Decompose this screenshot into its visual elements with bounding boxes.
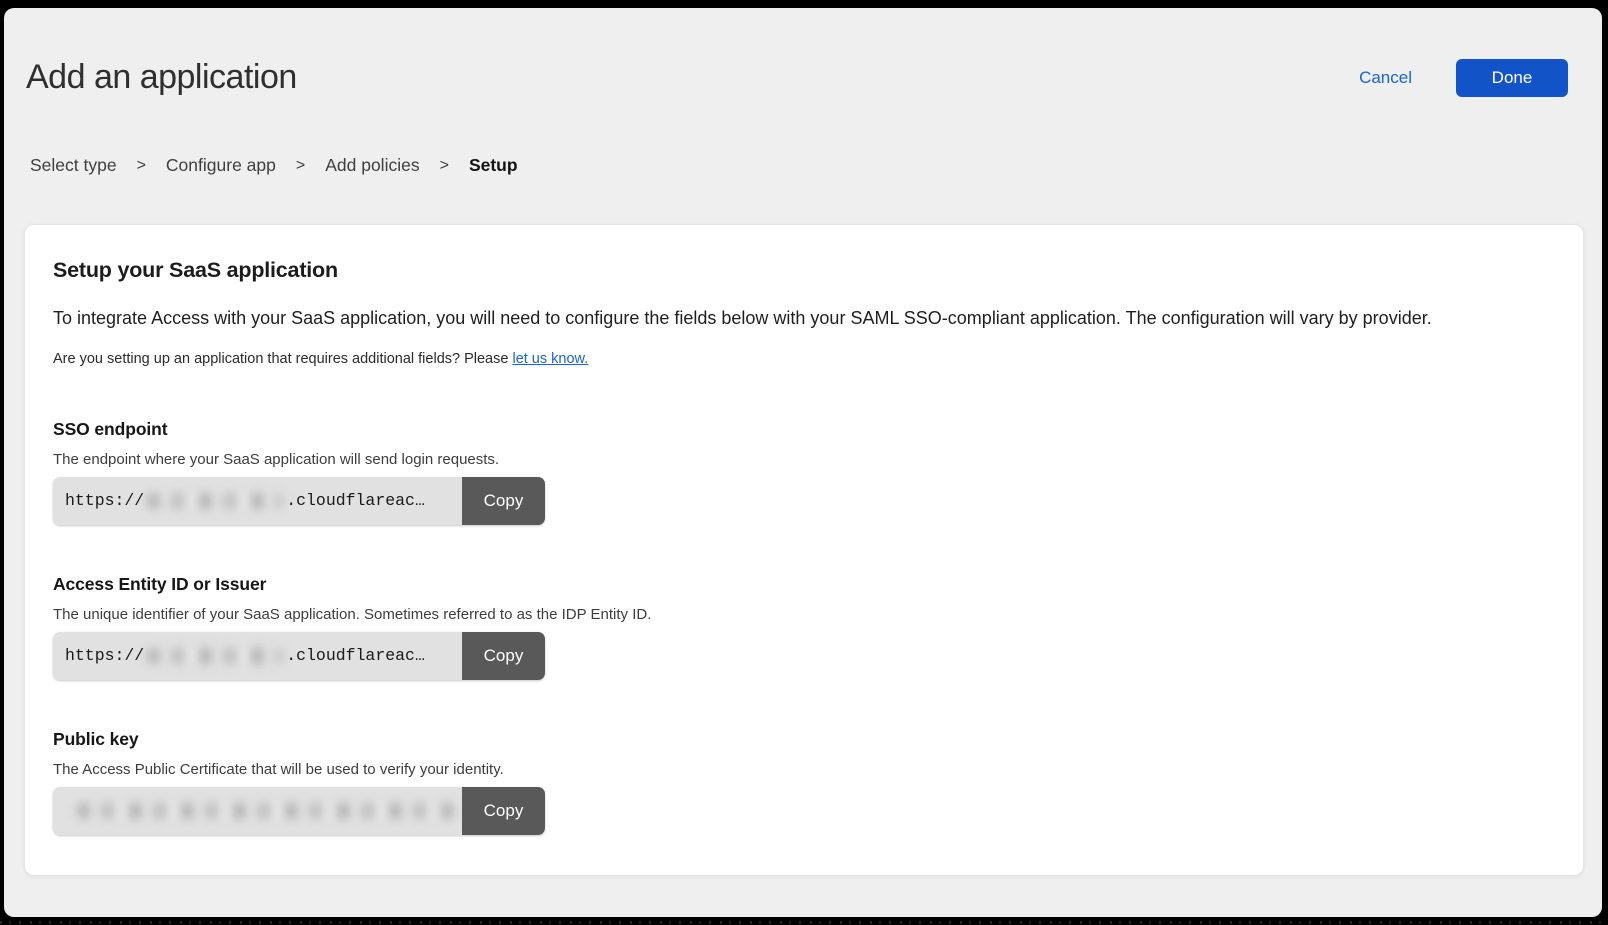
breadcrumb-separator: >: [440, 157, 449, 175]
sso-endpoint-field-row: https:// .cloudflareac… Copy: [53, 477, 545, 525]
cancel-button[interactable]: Cancel: [1359, 68, 1412, 88]
breadcrumb-separator: >: [296, 157, 305, 175]
breadcrumb-step-select-type[interactable]: Select type: [30, 155, 117, 176]
public-key-section: Public key The Access Public Certificate…: [53, 729, 1555, 835]
redacted-text-blur: [77, 803, 455, 819]
sso-endpoint-label: SSO endpoint: [53, 419, 1555, 440]
breadcrumb-step-add-policies[interactable]: Add policies: [325, 155, 419, 176]
card-note: Are you setting up an application that r…: [53, 351, 1555, 367]
let-us-know-link[interactable]: let us know.: [512, 351, 588, 367]
access-entity-id-field-row: https:// .cloudflareac… Copy: [53, 632, 545, 680]
card-intro-text: To integrate Access with your SaaS appli…: [53, 307, 1555, 330]
breadcrumb-separator: >: [137, 157, 146, 175]
card-note-text: Are you setting up an application that r…: [53, 351, 512, 367]
sso-endpoint-value: https:// .cloudflareac…: [53, 477, 462, 525]
public-key-description: The Access Public Certificate that will …: [53, 761, 1555, 778]
access-entity-id-copy-button[interactable]: Copy: [462, 632, 545, 680]
card-heading: Setup your SaaS application: [53, 258, 1555, 283]
public-key-copy-button[interactable]: Copy: [462, 787, 545, 835]
breadcrumb-step-configure-app[interactable]: Configure app: [166, 155, 276, 176]
breadcrumb: Select type > Configure app > Add polici…: [4, 155, 1602, 176]
public-key-field-row: Copy: [53, 787, 545, 835]
page-header: Add an application Cancel Done: [4, 8, 1602, 97]
sso-endpoint-value-suffix: .cloudflareac…: [286, 491, 425, 510]
sso-endpoint-description: The endpoint where your SaaS application…: [53, 451, 1555, 468]
breadcrumb-step-setup: Setup: [469, 155, 518, 176]
screen-bottom-edge: [0, 917, 1608, 925]
setup-card: Setup your SaaS application To integrate…: [24, 224, 1584, 876]
header-actions: Cancel Done: [1359, 59, 1568, 97]
done-button[interactable]: Done: [1456, 59, 1568, 97]
page-title: Add an application: [26, 58, 297, 97]
redacted-text-blur: [147, 648, 283, 664]
access-entity-id-value-prefix: https://: [65, 646, 144, 665]
access-entity-id-description: The unique identifier of your SaaS appli…: [53, 606, 1555, 623]
public-key-label: Public key: [53, 729, 1555, 750]
access-entity-id-section: Access Entity ID or Issuer The unique id…: [53, 574, 1555, 680]
access-entity-id-value-suffix: .cloudflareac…: [286, 646, 425, 665]
public-key-value: [53, 787, 462, 835]
sso-endpoint-value-prefix: https://: [65, 491, 144, 510]
sso-endpoint-copy-button[interactable]: Copy: [462, 477, 545, 525]
access-entity-id-value: https:// .cloudflareac…: [53, 632, 462, 680]
access-entity-id-label: Access Entity ID or Issuer: [53, 574, 1555, 595]
sso-endpoint-section: SSO endpoint The endpoint where your Saa…: [53, 419, 1555, 525]
redacted-text-blur: [147, 493, 283, 509]
page: Add an application Cancel Done Select ty…: [4, 8, 1602, 917]
